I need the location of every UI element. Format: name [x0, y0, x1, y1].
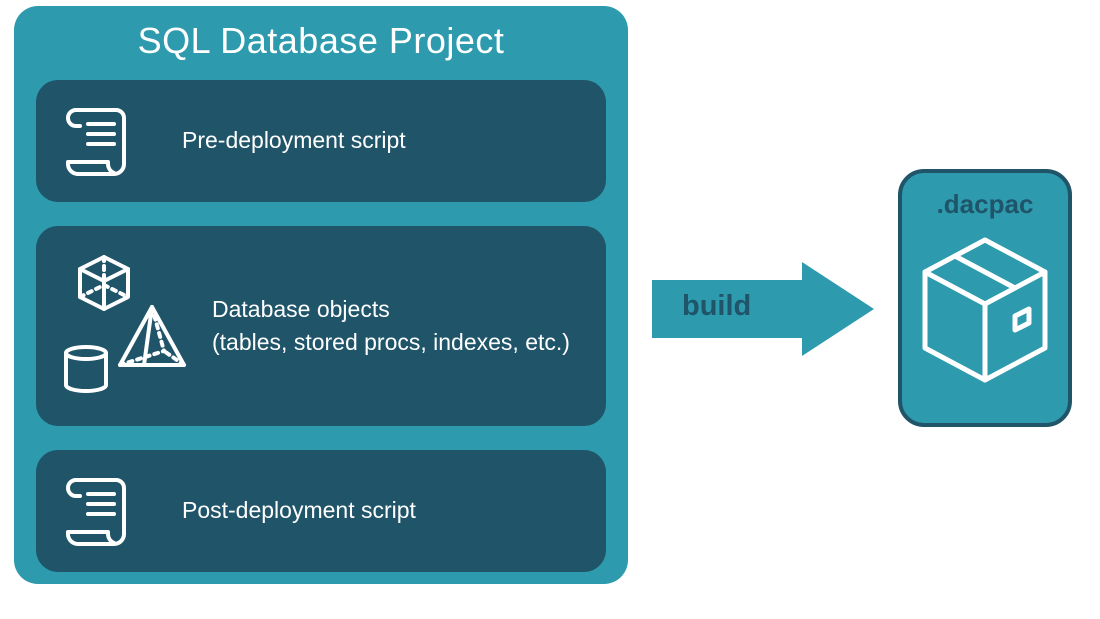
stage-objects-line2: (tables, stored procs, indexes, etc.) [212, 326, 570, 359]
project-title: SQL Database Project [36, 20, 606, 62]
build-arrow-label: build [682, 290, 751, 323]
build-arrow: build [652, 262, 874, 356]
stage-post-label: Post-deployment script [182, 494, 416, 527]
diagram-canvas: SQL Database Project Pre-deployment scri… [0, 0, 1100, 619]
dacpac-label: .dacpac [937, 189, 1034, 220]
stage-objects-line1: Database objects [212, 293, 570, 326]
stage-pre-deployment: Pre-deployment script [36, 80, 606, 202]
stage-post-deployment: Post-deployment script [36, 450, 606, 572]
stage-database-objects: Database objects (tables, stored procs, … [36, 226, 606, 426]
database-objects-icon [62, 251, 212, 401]
package-box-icon [915, 230, 1055, 390]
scroll-script-icon [62, 472, 182, 550]
stage-pre-label: Pre-deployment script [182, 124, 406, 157]
scroll-script-icon [62, 102, 182, 180]
sql-project-container: SQL Database Project Pre-deployment scri… [14, 6, 628, 584]
stage-objects-label: Database objects (tables, stored procs, … [212, 293, 570, 360]
dacpac-output: .dacpac [898, 169, 1072, 427]
